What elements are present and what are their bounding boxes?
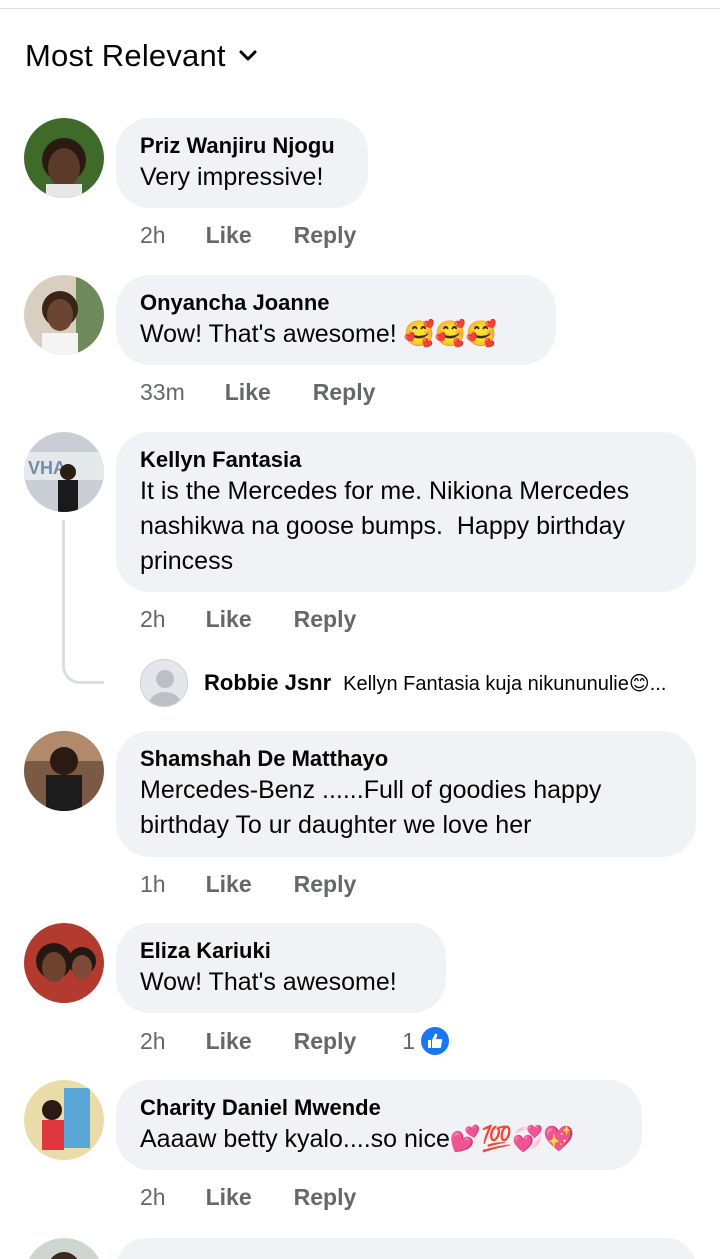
like-button[interactable]: Like [206,606,252,633]
reply-button[interactable]: Reply [294,222,357,249]
comment-time[interactable]: 2h [140,1028,166,1055]
comment-actions: 2h Like Reply [140,1184,398,1211]
like-button[interactable]: Like [225,379,271,406]
reaction-count: 1 [402,1027,416,1054]
comment-text: Aaaaw betty kyalo....so nice💕💯💞💖 [140,1125,575,1153]
reply-button[interactable]: Reply [294,871,357,898]
reply-button[interactable]: Reply [294,1028,357,1055]
reply-preview[interactable]: Robbie Jsnr Kellyn Fantasia kuja nikunun… [140,659,666,707]
comment-text: Wow! That's awesome! 🥰🥰🥰 [140,320,498,348]
comment-bubble: Eliza Kariuki Wow! That's awesome! [116,923,446,1013]
reply-author[interactable]: Robbie Jsnr [204,670,331,696]
comment-actions: 2h Like Reply [140,222,398,249]
reply-text: Kellyn Fantasia kuja nikununulie😊... [343,672,667,695]
reply-button[interactable]: Reply [294,1184,357,1211]
comment-actions: 2h Like Reply 1 [140,1025,452,1057]
comment-actions: 33m Like Reply [140,379,417,406]
svg-text:VHA: VHA [28,458,66,478]
comment-text: Mercedes-Benz ......Full of goodies happ… [140,776,609,839]
avatar[interactable] [24,923,104,1003]
chevron-down-icon [239,50,257,61]
avatar[interactable] [24,1080,104,1160]
reply-button[interactable]: Reply [294,606,357,633]
avatar[interactable] [24,1238,104,1259]
comment-text: Very impressive! [140,163,324,191]
comment-bubble: Kellyn Fantasia It is the Mercedes for m… [116,432,696,592]
comment-author[interactable]: Kellyn Fantasia [140,446,672,474]
comment-author[interactable]: Eliza Kariuki [140,937,422,965]
like-button[interactable]: Like [206,871,252,898]
comment-bubble: Shamshah De Matthayo Mercedes-Benz .....… [116,731,696,857]
comment-time[interactable]: 2h [140,606,166,633]
comment-author[interactable]: Onyancha Joanne [140,289,532,317]
comment-author[interactable]: Shamshah De Matthayo [140,745,672,773]
comment-time[interactable]: 1h [140,871,166,898]
avatar[interactable] [140,659,188,707]
comment-bubble: Charity Daniel Mwende Aaaaw betty kyalo.… [116,1080,642,1170]
comment-author[interactable]: Priz Wanjiru Njogu [140,132,344,160]
like-button[interactable]: Like [206,1184,252,1211]
avatar[interactable] [24,275,104,355]
like-button[interactable]: Like [206,222,252,249]
comment-time[interactable]: 2h [140,1184,166,1211]
avatar[interactable] [24,118,104,198]
reaction-summary[interactable]: 1 [402,1025,452,1057]
avatar[interactable]: VHA [24,432,104,512]
comment-actions: 1h Like Reply [140,871,398,898]
comment-text: It is the Mercedes for me. Nikiona Merce… [140,477,637,575]
reply-button[interactable]: Reply [313,379,376,406]
thumbs-up-icon [419,1025,452,1057]
comment-time[interactable]: 2h [140,222,166,249]
comment-time[interactable]: 33m [140,379,185,406]
comment-bubble [116,1238,696,1259]
thread-connector [62,520,104,684]
comment-bubble: Priz Wanjiru Njogu Very impressive! [116,118,368,208]
sort-dropdown[interactable]: Most Relevant [25,38,258,74]
sort-label: Most Relevant [25,38,226,73]
top-divider [0,8,720,9]
comment-actions: 2h Like Reply [140,606,398,633]
like-button[interactable]: Like [206,1028,252,1055]
comment-author[interactable]: Charity Daniel Mwende [140,1094,618,1122]
avatar[interactable] [24,731,104,811]
comment-bubble: Onyancha Joanne Wow! That's awesome! 🥰🥰🥰 [116,275,556,365]
comment-text: Wow! That's awesome! [140,968,397,996]
